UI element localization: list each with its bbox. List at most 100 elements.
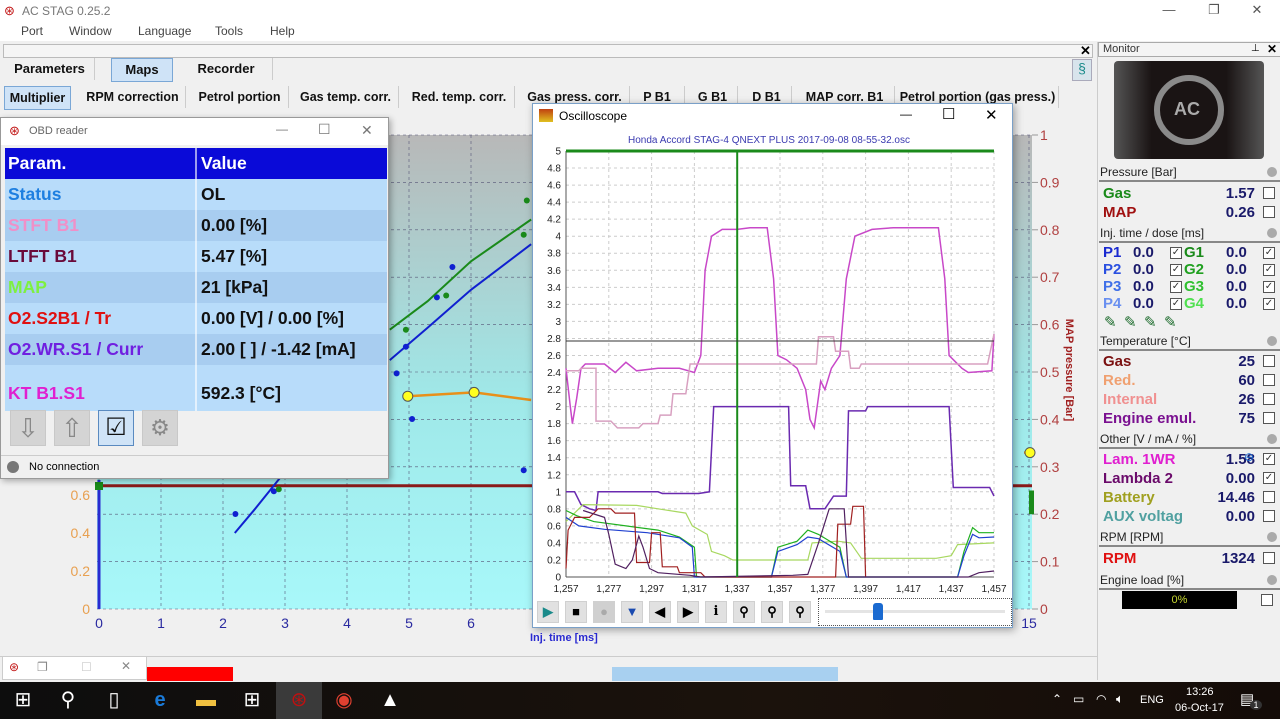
collapse-icon[interactable]: [1267, 532, 1277, 542]
file-explorer-icon[interactable]: ▬: [183, 682, 229, 719]
engine-load-checkbox[interactable]: [1261, 594, 1273, 606]
menu-help[interactable]: Help: [270, 24, 295, 38]
ac-stag-taskbar-icon[interactable]: ⊛: [276, 682, 322, 719]
monitor-checkbox[interactable]: [1263, 412, 1275, 424]
maximize-button[interactable]: ❐: [1205, 2, 1223, 18]
obd-row[interactable]: KT B1.S1 592.3 [°C]: [5, 365, 387, 411]
monitor-checkbox[interactable]: ✓: [1263, 472, 1275, 484]
monitor-checkbox[interactable]: [1263, 206, 1275, 218]
edge-browser-icon[interactable]: e: [137, 682, 183, 719]
language-indicator[interactable]: ENG: [1140, 694, 1164, 706]
menu-window[interactable]: Window: [69, 24, 112, 38]
injector-checkbox[interactable]: ✓: [1170, 264, 1182, 276]
collapse-icon[interactable]: [1267, 434, 1277, 444]
section-header[interactable]: Temperature [°C]: [1099, 332, 1280, 351]
play-button[interactable]: ▶: [537, 601, 559, 623]
monitor-checkbox[interactable]: [1263, 510, 1275, 522]
menu-port[interactable]: Port: [21, 24, 43, 38]
settings-gear-button[interactable]: ⚙: [142, 410, 178, 446]
tab-maps[interactable]: Maps: [111, 58, 173, 82]
store-icon[interactable]: ⊞: [229, 682, 275, 719]
monitor-checkbox[interactable]: [1263, 393, 1275, 405]
obd-maximize-button[interactable]: ☐: [318, 121, 331, 138]
check-button[interactable]: ☑: [98, 410, 134, 446]
volume-icon[interactable]: 🔈︎: [1116, 691, 1124, 707]
subtab-3[interactable]: Gas temp. corr.: [293, 86, 399, 108]
pin-icon[interactable]: ⊥: [1251, 43, 1260, 54]
minimized-window[interactable]: ⊛ ❐ ☐ ✕: [2, 656, 147, 680]
osc-minimize-button[interactable]: —: [900, 107, 912, 121]
monitor-checkbox[interactable]: ✓: [1263, 453, 1275, 465]
step-forward-button[interactable]: ▶: [677, 601, 699, 623]
injector-checkbox[interactable]: ✓: [1170, 298, 1182, 310]
monitor-checkbox[interactable]: [1263, 374, 1275, 386]
close-button[interactable]: ✕: [1248, 2, 1266, 18]
record-button[interactable]: ●: [593, 601, 615, 623]
close-panel-icon[interactable]: ✕: [1080, 43, 1091, 59]
clock-time[interactable]: 13:26: [1186, 686, 1214, 698]
task-view-icon[interactable]: ▯: [91, 682, 137, 719]
section-header[interactable]: Other [V / mA / %]: [1099, 430, 1280, 449]
minimize-button[interactable]: —: [1160, 2, 1178, 17]
obd-row[interactable]: O2.S2B1 / Tr 0.00 [V] / 0.00 [%]: [5, 303, 387, 334]
zoom-out-button[interactable]: ⚲: [761, 601, 783, 623]
slider-thumb[interactable]: [872, 603, 883, 620]
show-hidden-icons-icon[interactable]: ⌃: [1052, 692, 1062, 706]
arrow-up-button[interactable]: ⇧: [54, 410, 90, 446]
subtab-1[interactable]: RPM correction: [80, 86, 186, 108]
injector-checkbox[interactable]: ✓: [1263, 281, 1275, 293]
step-back-button[interactable]: ◀: [649, 601, 671, 623]
injector-checkbox[interactable]: ✓: [1263, 298, 1275, 310]
timeline-slider[interactable]: [818, 598, 1012, 626]
obd-row[interactable]: LTFT B1 5.47 [%]: [5, 241, 387, 272]
osc-maximize-button[interactable]: ☐: [942, 105, 955, 123]
section-header[interactable]: Pressure [Bar]: [1099, 163, 1280, 182]
orange-curve-point[interactable]: [468, 386, 480, 398]
zoom-out-icon[interactable]: ⊖: [1244, 450, 1254, 464]
tab-parameters[interactable]: Parameters: [5, 58, 95, 80]
orange-curve-point[interactable]: [402, 390, 414, 402]
collapse-icon[interactable]: [1267, 336, 1277, 346]
menu-tools[interactable]: Tools: [215, 24, 243, 38]
maximize-button[interactable]: ☐: [81, 660, 92, 674]
tab-recorder[interactable]: Recorder: [180, 58, 273, 80]
clock-date[interactable]: 06-Oct-17: [1175, 702, 1224, 714]
obd-row[interactable]: MAP 21 [kPa]: [5, 272, 387, 303]
monitor-close-icon[interactable]: ✕: [1267, 42, 1277, 56]
collapse-icon[interactable]: [1267, 167, 1277, 177]
zoom-button[interactable]: ⚲: [733, 601, 755, 623]
info-button[interactable]: i: [705, 601, 727, 623]
osc-close-button[interactable]: ✕: [985, 106, 998, 124]
right-marker-point[interactable]: [1024, 447, 1036, 459]
monitor-checkbox[interactable]: [1263, 187, 1275, 199]
menu-language[interactable]: Language: [138, 24, 191, 38]
obd-row[interactable]: O2.WR.S1 / Curr 2.00 [ ] / -1.42 [mA]: [5, 334, 387, 365]
obd-minimize-button[interactable]: —: [276, 122, 288, 136]
injector-checkbox[interactable]: ✓: [1170, 281, 1182, 293]
arrow-down-button[interactable]: ⇩: [10, 410, 46, 446]
injector-checkbox[interactable]: ✓: [1263, 264, 1275, 276]
start-windows-icon[interactable]: ⊞: [0, 682, 46, 719]
stop-button[interactable]: ■: [565, 601, 587, 623]
subtab-2[interactable]: Petrol portion: [191, 86, 289, 108]
restore-button[interactable]: ❐: [37, 660, 48, 674]
collapse-icon[interactable]: [1267, 228, 1277, 238]
monitor-checkbox[interactable]: [1263, 491, 1275, 503]
section-header[interactable]: Engine load [%]: [1099, 571, 1280, 590]
chrome-icon[interactable]: ◉: [321, 682, 367, 719]
battery-icon[interactable]: ▭: [1073, 692, 1084, 706]
connection-icon[interactable]: §: [1072, 59, 1092, 81]
marker-button[interactable]: ▼: [621, 601, 643, 623]
obd-close-button[interactable]: ✕: [361, 122, 373, 139]
section-header[interactable]: RPM [RPM]: [1099, 528, 1280, 547]
oscilloscope-chart[interactable]: Honda Accord STAG-4 QNEXT PLUS 2017-09-0…: [533, 130, 1012, 598]
monitor-checkbox[interactable]: [1263, 552, 1275, 564]
subtab-4[interactable]: Red. temp. corr.: [404, 86, 515, 108]
close-button[interactable]: ✕: [121, 659, 131, 673]
injector-checkbox[interactable]: ✓: [1170, 247, 1182, 259]
monitor-checkbox[interactable]: [1263, 355, 1275, 367]
collapse-icon[interactable]: [1267, 575, 1277, 585]
zoom-in-button[interactable]: ⚲: [789, 601, 811, 623]
section-header[interactable]: Inj. time / dose [ms]: [1099, 224, 1280, 243]
wifi-icon[interactable]: ◠: [1096, 692, 1106, 706]
